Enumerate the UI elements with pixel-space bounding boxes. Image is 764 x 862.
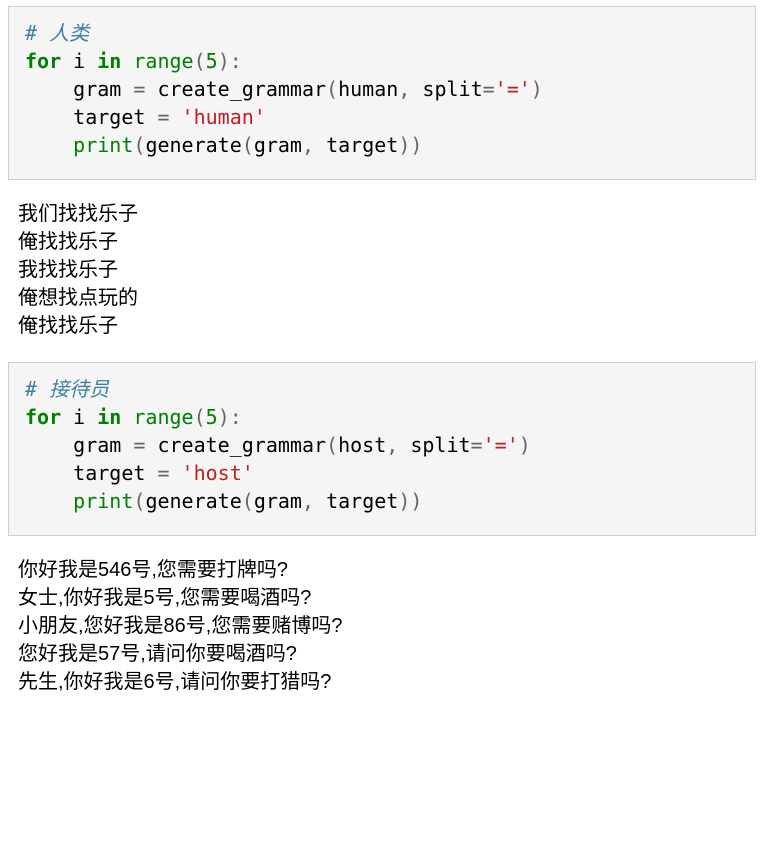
code-token: gram	[25, 433, 133, 457]
code-token: 5	[206, 49, 218, 73]
code-token: ,	[302, 489, 314, 513]
code-token: (	[326, 77, 338, 101]
code-token: host	[338, 433, 386, 457]
code-token: ,	[398, 77, 410, 101]
notebook-container: # 人类 for i in range(5): gram = create_gr…	[0, 6, 764, 712]
code-token: ,	[386, 433, 398, 457]
code-token	[170, 105, 182, 129]
code-token: ))	[398, 489, 422, 513]
code-token: (	[242, 133, 254, 157]
code-cell: # 人类 for i in range(5): gram = create_gr…	[8, 6, 756, 180]
code-token: for	[25, 49, 61, 73]
code-token: (	[326, 433, 338, 457]
code-token: i	[61, 49, 97, 73]
code-token: =	[157, 105, 169, 129]
code-token: create_grammar	[145, 433, 326, 457]
code-token: =	[483, 77, 495, 101]
code-token: =	[133, 433, 145, 457]
code-token: ):	[218, 405, 242, 429]
code-cell: # 接待员 for i in range(5): gram = create_g…	[8, 362, 756, 536]
code-token: human	[338, 77, 398, 101]
code-token: (	[194, 405, 206, 429]
code-token: print	[73, 133, 133, 157]
code-token: 'human'	[182, 105, 266, 129]
code-token: for	[25, 405, 61, 429]
code-token: i	[61, 405, 97, 429]
code-token: create_grammar	[145, 77, 326, 101]
code-token: ):	[218, 49, 242, 73]
code-token: =	[471, 433, 483, 457]
output-cell: 我们找找乐子 俺找找乐子 我找找乐子 俺想找点玩的 俺找找乐子	[0, 192, 764, 356]
code-token	[121, 405, 133, 429]
code-token: gram	[254, 133, 302, 157]
code-token: target	[25, 461, 157, 485]
code-token: 5	[206, 405, 218, 429]
code-token: in	[97, 49, 121, 73]
code-token: range	[133, 405, 193, 429]
code-token: # 人类	[25, 21, 89, 45]
code-token: # 接待员	[25, 377, 109, 401]
code-token: in	[97, 405, 121, 429]
code-token	[121, 49, 133, 73]
code-token: split	[410, 77, 482, 101]
code-token: )	[531, 77, 543, 101]
code-token: '='	[483, 433, 519, 457]
code-token: ,	[302, 133, 314, 157]
output-cell: 你好我是546号,您需要打牌吗? 女士,你好我是5号,您需要喝酒吗? 小朋友,您…	[0, 548, 764, 712]
code-token: gram	[254, 489, 302, 513]
code-token: generate	[145, 489, 241, 513]
code-token: gram	[25, 77, 133, 101]
code-token	[170, 461, 182, 485]
code-token: ))	[398, 133, 422, 157]
code-token: target	[314, 133, 398, 157]
code-token	[25, 489, 73, 513]
code-token: )	[519, 433, 531, 457]
code-token: target	[25, 105, 157, 129]
code-token: (	[133, 489, 145, 513]
code-token	[25, 133, 73, 157]
code-token: (	[133, 133, 145, 157]
code-token: target	[314, 489, 398, 513]
code-token: 'host'	[182, 461, 254, 485]
code-token: (	[194, 49, 206, 73]
code-token: '='	[495, 77, 531, 101]
code-token: =	[157, 461, 169, 485]
code-token: range	[133, 49, 193, 73]
code-token: split	[398, 433, 470, 457]
code-token: (	[242, 489, 254, 513]
code-token: =	[133, 77, 145, 101]
code-token: print	[73, 489, 133, 513]
code-token: generate	[145, 133, 241, 157]
